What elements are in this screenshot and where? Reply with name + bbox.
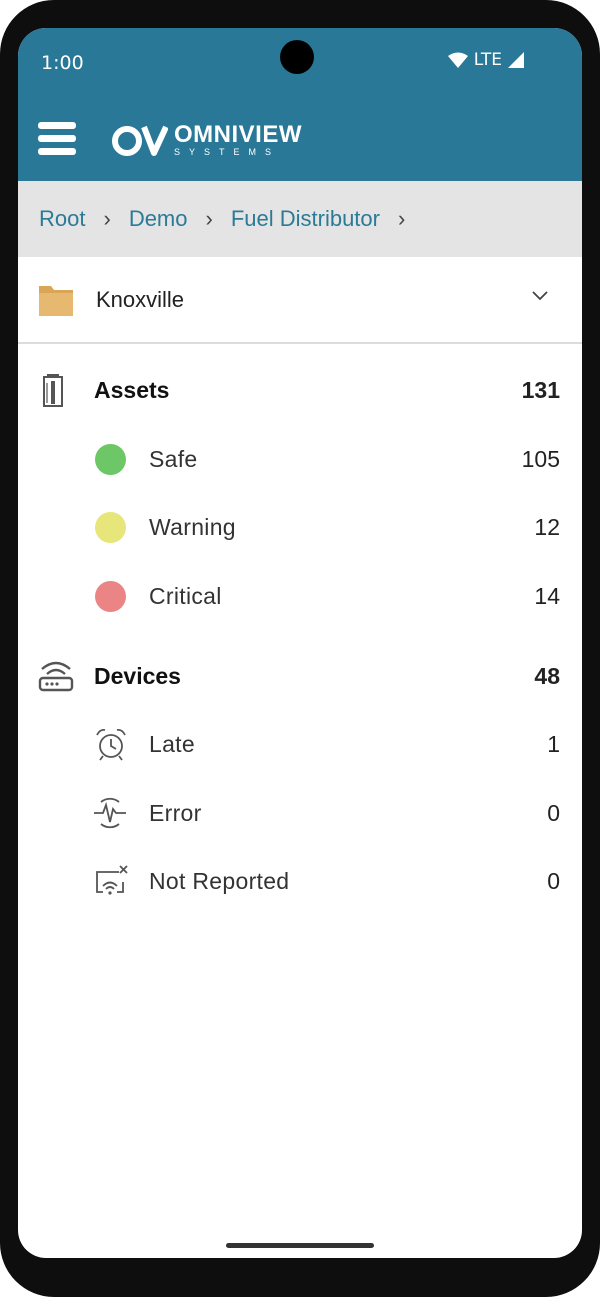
- warning-status-dot: [95, 511, 126, 543]
- status-time: 1:00: [41, 52, 84, 74]
- safe-status-dot: [95, 443, 126, 475]
- devices-label: Devices: [94, 662, 181, 689]
- asset-status-row[interactable]: Critical 14: [18, 572, 582, 620]
- breadcrumb-separator-icon: ›: [397, 206, 406, 231]
- chevron-down-icon[interactable]: [532, 291, 548, 301]
- router-icon: [38, 661, 74, 692]
- device-status-count: 1: [547, 730, 560, 757]
- network-label: LTE: [473, 50, 502, 70]
- screen: 1:00 LTE OMNIVIEW SYSTEMS Root › Demo › …: [18, 28, 582, 1258]
- devices-count: 48: [534, 662, 560, 689]
- asset-status-label: Warning: [149, 513, 236, 540]
- phone-frame: 1:00 LTE OMNIVIEW SYSTEMS Root › Demo › …: [0, 0, 600, 1297]
- asset-status-label: Safe: [149, 445, 198, 472]
- device-status-count: 0: [547, 867, 560, 894]
- breadcrumb-separator-icon: ›: [103, 206, 111, 231]
- device-status-row[interactable]: Not Reported 0: [18, 857, 582, 905]
- device-status-label: Error: [149, 799, 202, 826]
- error-pulse-icon: [94, 797, 126, 829]
- assets-count: 131: [521, 376, 560, 403]
- home-indicator[interactable]: [226, 1243, 374, 1248]
- device-status-label: Late: [149, 730, 195, 757]
- device-status-count: 0: [547, 799, 560, 826]
- location-selector[interactable]: Knoxville: [18, 257, 582, 344]
- devices-header-row[interactable]: Devices 48: [18, 652, 582, 700]
- omniview-logo-mark: [112, 125, 168, 156]
- signal-icon: [508, 52, 524, 68]
- asset-status-row[interactable]: Warning 12: [18, 503, 582, 551]
- breadcrumb: Root › Demo › Fuel Distributor ›: [18, 181, 582, 257]
- device-status-row[interactable]: Late 1: [18, 720, 582, 768]
- device-status-row[interactable]: Error 0: [18, 789, 582, 837]
- wifi-icon: [447, 52, 468, 68]
- menu-button[interactable]: [38, 122, 76, 158]
- assets-label: Assets: [94, 376, 170, 403]
- breadcrumb-root[interactable]: Root: [39, 206, 85, 232]
- asset-status-count: 14: [534, 582, 560, 609]
- asset-status-label: Critical: [149, 582, 222, 609]
- no-signal-icon: [96, 865, 128, 895]
- hamburger-icon: [38, 122, 76, 129]
- app-header: 1:00 LTE OMNIVIEW SYSTEMS: [18, 28, 582, 181]
- front-camera: [280, 40, 314, 74]
- omniview-logo: OMNIVIEW SYSTEMS: [110, 120, 302, 160]
- assets-header-row[interactable]: Assets 131: [18, 366, 582, 414]
- breadcrumb-demo[interactable]: Demo: [129, 206, 188, 232]
- logo-subtitle: SYSTEMS: [174, 147, 281, 157]
- status-indicators: LTE: [447, 50, 524, 70]
- critical-status-dot: [95, 580, 126, 612]
- location-label: Knoxville: [96, 286, 185, 312]
- breadcrumb-separator-icon: ›: [205, 206, 213, 231]
- breadcrumb-fuel-distributor[interactable]: Fuel Distributor: [231, 206, 380, 232]
- logo-title: OMNIVIEW: [174, 121, 302, 148]
- asset-status-count: 12: [534, 513, 560, 540]
- asset-status-count: 105: [521, 445, 560, 472]
- asset-status-row[interactable]: Safe 105: [18, 435, 582, 483]
- assets-icon: [43, 374, 63, 407]
- folder-icon: [39, 285, 73, 316]
- alarm-clock-icon: [96, 728, 126, 761]
- device-status-label: Not Reported: [149, 867, 290, 894]
